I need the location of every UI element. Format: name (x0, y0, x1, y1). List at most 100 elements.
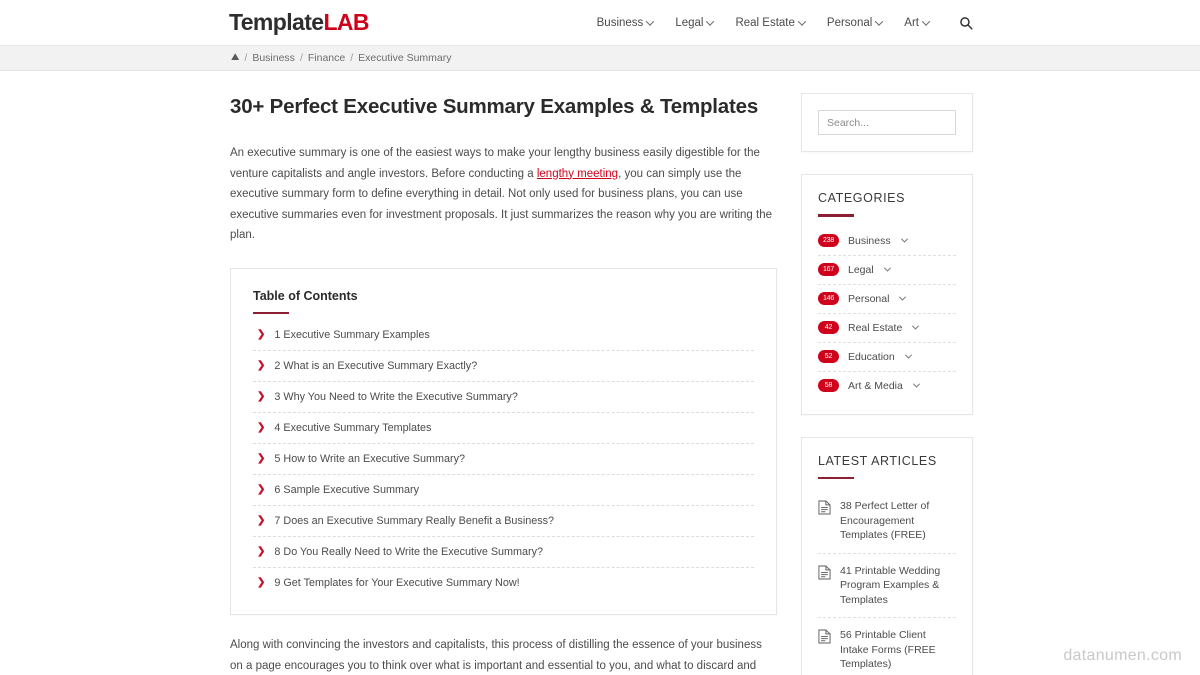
toc-item-3[interactable]: ❯ 3 Why You Need to Write the Executive … (253, 382, 754, 413)
nav-label: Legal (675, 16, 704, 29)
main-navigation: Business Legal Real Estate Personal Art (597, 16, 973, 30)
search-icon[interactable] (959, 16, 973, 30)
site-logo[interactable]: TemplateLAB (229, 9, 370, 36)
toc-item-6[interactable]: ❯ 6 Sample Executive Summary (253, 475, 754, 506)
nav-label: Art (904, 16, 919, 29)
category-item-education[interactable]: 52 Education (818, 343, 956, 372)
article-list-item[interactable]: 56 Printable Client Intake Forms (FREE T… (818, 618, 956, 675)
breadcrumb-item-current: Executive Summary (358, 52, 452, 64)
main-content: 30+ Perfect Executive Summary Examples &… (227, 93, 777, 675)
body-text-part1: Along with convincing the investors and … (230, 639, 762, 672)
category-count-badge: 52 (818, 350, 839, 363)
toc-item-label: 3 Why You Need to Write the Executive Su… (274, 391, 518, 403)
search-input[interactable] (818, 110, 956, 135)
breadcrumb-item-finance[interactable]: Finance (308, 52, 345, 64)
chevron-right-icon: ❯ (257, 422, 266, 433)
categories-title: CATEGORIES (818, 191, 906, 205)
sidebar: CATEGORIES 238 Business 167 Legal 146 Pe… (801, 93, 973, 675)
toc-item-label: 4 Executive Summary Templates (274, 422, 432, 434)
category-item-legal[interactable]: 167 Legal (818, 256, 956, 285)
home-icon[interactable]: ⛰ (231, 53, 239, 63)
toc-item-1[interactable]: ❯ 1 Executive Summary Examples (253, 320, 754, 351)
article-title: 38 Perfect Letter of Encouragement Templ… (840, 500, 930, 541)
toc-accent-rule (253, 311, 289, 314)
nav-item-legal[interactable]: Legal (675, 16, 715, 29)
document-icon (818, 565, 831, 608)
category-count-badge: 146 (818, 292, 839, 305)
latest-articles-title: LATEST ARTICLES (818, 453, 937, 468)
toc-list: ❯ 1 Executive Summary Examples ❯ 2 What … (253, 320, 754, 598)
toc-item-label: 6 Sample Executive Summary (274, 484, 420, 496)
chevron-down-icon[interactable] (904, 351, 912, 359)
category-label: Legal (848, 263, 874, 276)
breadcrumb-item-business[interactable]: Business (252, 52, 295, 64)
nav-item-art[interactable]: Art (904, 16, 931, 29)
breadcrumb-bar: ⛰ / Business / Finance / Executive Summa… (0, 45, 1200, 71)
chevron-down-icon[interactable] (912, 380, 920, 388)
intro-inline-link[interactable]: lengthy meeting (537, 168, 618, 180)
site-header: TemplateLAB Business Legal Real Estate P… (0, 0, 1200, 45)
chevron-down-icon (921, 16, 931, 26)
chevron-right-icon: ❯ (257, 546, 266, 557)
category-count-badge: 58 (818, 379, 839, 392)
document-icon (818, 500, 831, 543)
chevron-right-icon: ❯ (257, 577, 266, 588)
article-title: 56 Printable Client Intake Forms (FREE T… (840, 629, 936, 670)
chevron-right-icon: ❯ (257, 515, 266, 526)
watermark: datanumen.com (1063, 647, 1182, 664)
category-label: Real Estate (848, 321, 903, 334)
article-list-item[interactable]: 41 Printable Wedding Program Examples & … (818, 554, 956, 618)
breadcrumb: ⛰ / Business / Finance / Executive Summa… (227, 52, 973, 64)
toc-item-label: 9 Get Templates for Your Executive Summa… (274, 577, 520, 589)
chevron-down-icon (797, 16, 807, 26)
chevron-right-icon: ❯ (257, 391, 266, 402)
categories-accent-rule (818, 214, 854, 217)
category-count-badge: 167 (818, 263, 839, 276)
toc-item-4[interactable]: ❯ 4 Executive Summary Templates (253, 413, 754, 444)
article-title: 41 Printable Wedding Program Examples & … (840, 564, 941, 606)
toc-item-9[interactable]: ❯ 9 Get Templates for Your Executive Sum… (253, 568, 754, 598)
chevron-down-icon[interactable] (883, 264, 891, 272)
breadcrumb-separator: / (244, 52, 248, 64)
search-widget (801, 93, 973, 152)
categories-widget: CATEGORIES 238 Business 167 Legal 146 Pe… (801, 174, 973, 415)
breadcrumb-separator: / (350, 52, 354, 64)
nav-label: Business (596, 16, 644, 29)
toc-item-8[interactable]: ❯ 8 Do You Really Need to Write the Exec… (253, 537, 754, 568)
toc-item-label: 8 Do You Really Need to Write the Execut… (274, 546, 544, 558)
logo-text-accent: LAB (323, 9, 369, 35)
category-label: Education (848, 350, 895, 363)
category-label: Personal (848, 292, 890, 305)
nav-item-real-estate[interactable]: Real Estate (735, 16, 807, 29)
article-list-item[interactable]: 38 Perfect Letter of Encouragement Templ… (818, 489, 956, 554)
category-count-badge: 42 (818, 321, 839, 334)
chevron-right-icon: ❯ (257, 484, 266, 495)
category-label: Business (848, 234, 891, 247)
document-icon (818, 629, 831, 672)
page-title: 30+ Perfect Executive Summary Examples &… (230, 95, 759, 118)
toc-item-2[interactable]: ❯ 2 What is an Executive Summary Exactly… (253, 351, 754, 382)
latest-articles-accent-rule (818, 476, 854, 479)
category-count-badge: 238 (818, 234, 839, 247)
category-item-personal[interactable]: 146 Personal (818, 285, 956, 314)
nav-item-business[interactable]: Business (596, 16, 655, 29)
toc-title: Table of Contents (253, 288, 358, 303)
category-item-real-estate[interactable]: 42 Real Estate (818, 314, 956, 343)
toc-item-label: 5 How to Write an Executive Summary? (274, 453, 466, 465)
toc-item-5[interactable]: ❯ 5 How to Write an Executive Summary? (253, 444, 754, 475)
chevron-down-icon[interactable] (899, 293, 907, 301)
chevron-right-icon: ❯ (257, 360, 266, 371)
logo-text-primary: Template (229, 9, 324, 35)
nav-item-personal[interactable]: Personal (827, 16, 884, 29)
chevron-right-icon: ❯ (257, 329, 266, 340)
category-item-art-media[interactable]: 58 Art & Media (818, 372, 956, 400)
chevron-down-icon[interactable] (912, 322, 920, 330)
latest-articles-widget: LATEST ARTICLES 38 Perfect Letter of Enc… (801, 436, 973, 675)
toc-item-label: 7 Does an Executive Summary Really Benef… (274, 515, 555, 527)
toc-item-label: 1 Executive Summary Examples (274, 329, 430, 341)
chevron-right-icon: ❯ (257, 453, 266, 464)
category-item-business[interactable]: 238 Business (818, 227, 956, 256)
toc-item-7[interactable]: ❯ 7 Does an Executive Summary Really Ben… (253, 506, 754, 537)
chevron-down-icon[interactable] (900, 235, 908, 243)
chevron-down-icon (875, 16, 884, 26)
